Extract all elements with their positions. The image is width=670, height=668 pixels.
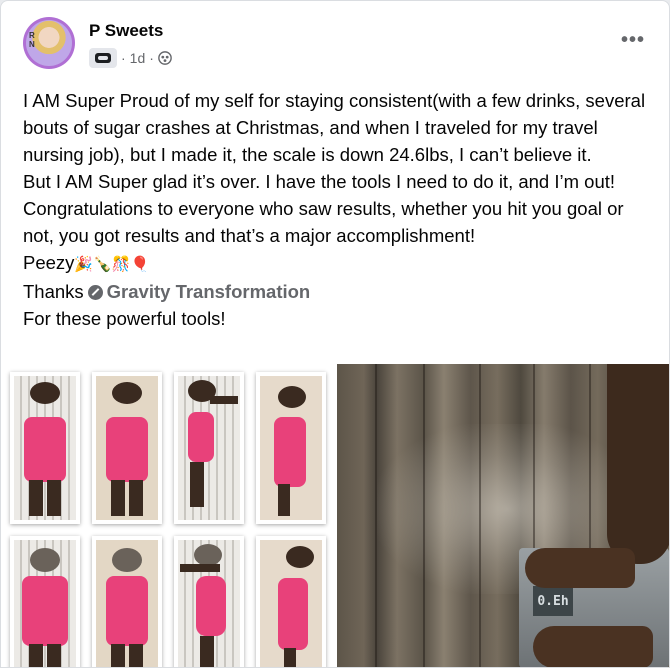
floor-plank-line xyxy=(479,364,481,667)
thanks-line: Thanks Gravity Transformation xyxy=(23,278,655,305)
post-card: R N P Sweets · 1d · ••• I AM Super Proud… xyxy=(0,0,670,668)
avatar-initials: R N xyxy=(29,31,35,49)
author-name[interactable]: P Sweets xyxy=(89,21,163,41)
peezy-text: Peezy xyxy=(23,252,75,273)
more-options-icon[interactable]: ••• xyxy=(621,29,645,52)
floor-plank-line xyxy=(423,364,425,667)
progress-thumb[interactable] xyxy=(174,372,244,524)
tagged-page-link[interactable]: Gravity Transformation xyxy=(107,281,311,302)
post-paragraph: But I AM Super glad it’s over. I have th… xyxy=(23,171,624,246)
post-body: I AM Super Proud of my self for staying … xyxy=(23,87,655,332)
verified-tag-icon xyxy=(87,285,103,300)
floor-plank-line xyxy=(375,364,377,667)
group-badge-icon[interactable] xyxy=(89,48,117,68)
progress-thumb[interactable] xyxy=(256,536,326,667)
progress-thumb[interactable] xyxy=(256,372,326,524)
photo-grid: 0.Eh xyxy=(1,364,669,667)
globe-icon[interactable] xyxy=(158,51,172,65)
avatar[interactable]: R N xyxy=(23,17,75,69)
thanks-text: Thanks xyxy=(23,281,84,302)
post-meta: · 1d · xyxy=(89,47,172,69)
closing-line: For these powerful tools! xyxy=(23,308,226,329)
progress-thumb[interactable] xyxy=(10,536,80,667)
scale-display: 0.Eh xyxy=(533,586,573,616)
post-header: R N P Sweets · 1d · ••• xyxy=(23,17,653,73)
progress-thumb[interactable] xyxy=(92,536,162,667)
progress-thumb[interactable] xyxy=(92,372,162,524)
post-time[interactable]: 1d xyxy=(130,50,146,66)
progress-collage-photo[interactable] xyxy=(1,364,335,667)
foot xyxy=(533,626,653,667)
celebration-emojis: 🎉🍾🎊🎈 xyxy=(74,256,150,273)
meta-separator: · xyxy=(149,50,154,66)
foot xyxy=(525,548,635,588)
progress-thumb[interactable] xyxy=(10,372,80,524)
peezy-line: Peezy🎉🍾🎊🎈 xyxy=(23,249,655,278)
badge-glyph xyxy=(95,53,111,63)
post-paragraph: I AM Super Proud of my self for staying … xyxy=(23,90,646,165)
leg xyxy=(607,364,669,564)
meta-separator: · xyxy=(121,50,126,66)
scale-photo[interactable]: 0.Eh xyxy=(337,364,669,667)
avatar-image: R N xyxy=(26,20,72,66)
progress-thumb[interactable] xyxy=(174,536,244,667)
